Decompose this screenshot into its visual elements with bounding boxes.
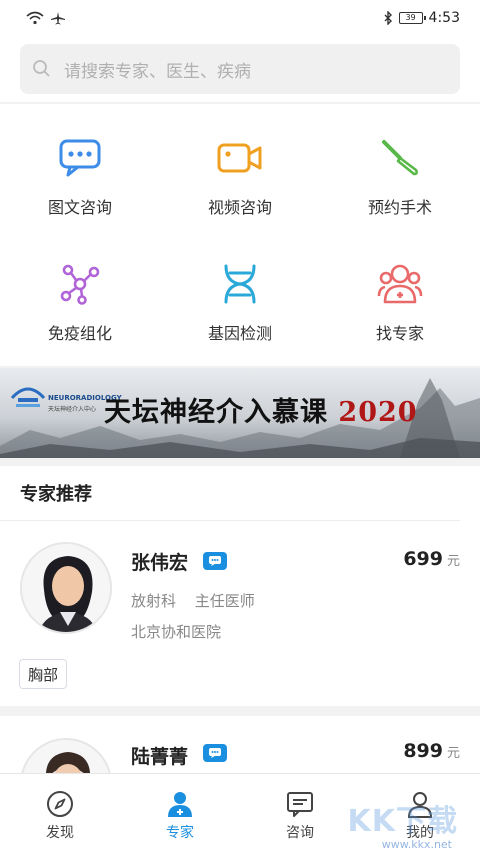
- price: 699 元: [403, 548, 460, 570]
- watermark-logo: KK下载: [347, 804, 458, 839]
- airplane-icon: [51, 12, 65, 25]
- status-bar: 39 4:53: [0, 0, 480, 36]
- search-placeholder: 请搜索专家、医生、疾病: [64, 61, 251, 82]
- message-icon: [287, 792, 313, 817]
- tab-label: 咨询: [286, 825, 314, 841]
- tab-discover[interactable]: 发现: [0, 774, 120, 853]
- status-left: [26, 11, 66, 25]
- bluetooth-icon: [384, 11, 392, 25]
- doctor-department-title: 放射科 主任医师: [131, 590, 255, 611]
- price-unit: 元: [446, 746, 460, 761]
- chat-badge-icon: [203, 744, 227, 762]
- service-label: 图文咨询: [47, 198, 112, 217]
- clock: 4:53: [428, 10, 460, 26]
- banner-logo-subtext: 天坛神经介入中心: [48, 406, 97, 413]
- service-gene-testing[interactable]: 基因检测: [160, 234, 320, 344]
- price-value: 699: [403, 548, 443, 570]
- chat-badge-icon: [203, 552, 227, 570]
- service-label: 预约手术: [367, 198, 432, 217]
- service-find-expert[interactable]: 找专家: [320, 234, 480, 344]
- doctor-icon: [168, 792, 192, 817]
- service-label: 基因检测: [207, 324, 272, 343]
- molecule-icon: [56, 262, 104, 306]
- service-label: 免疫组化: [47, 324, 112, 343]
- price-value: 899: [403, 740, 443, 762]
- banner-title-text: 天坛神经介入慕课: [104, 397, 328, 428]
- doctor-name: 张伟宏: [131, 552, 189, 574]
- avatar: [20, 542, 112, 634]
- banner-year: 2020: [338, 397, 418, 428]
- dna-icon: [216, 262, 264, 306]
- scalpel-icon: [376, 136, 424, 180]
- doctor-title: 主任医师: [194, 592, 255, 610]
- battery-indicator: 39: [398, 12, 426, 24]
- service-label: 视频咨询: [207, 198, 272, 217]
- tab-consult[interactable]: 咨询: [240, 774, 360, 853]
- wifi-icon: [26, 11, 44, 25]
- doctor-hospital: 北京协和医院: [131, 623, 222, 641]
- search-icon: [33, 60, 50, 77]
- banner-title: 天坛神经介入慕课 2020: [104, 390, 418, 429]
- doctor-department: 放射科: [131, 592, 177, 610]
- doctor-group-icon: [376, 262, 424, 306]
- search-input[interactable]: 请搜索专家、医生、疾病: [20, 44, 460, 94]
- tab-label: 专家: [166, 825, 194, 841]
- service-graphic-consult[interactable]: 图文咨询: [0, 108, 160, 218]
- service-surgery-booking[interactable]: 预约手术: [320, 108, 480, 218]
- service-video-consult[interactable]: 视频咨询: [160, 108, 320, 218]
- specialty-tag[interactable]: 胸部: [19, 659, 68, 689]
- search-section: 请搜索专家、医生、疾病: [0, 36, 480, 102]
- service-immunohistochemistry[interactable]: 免疫组化: [0, 234, 160, 344]
- video-camera-icon: [216, 136, 264, 180]
- section-title: 专家推荐: [0, 466, 460, 521]
- tab-label: 发现: [46, 825, 74, 841]
- promo-banner[interactable]: NEURORADIOLOGY 天坛神经介入中心 天坛神经介入慕课 2020: [0, 368, 480, 458]
- doctor-name: 陆菁菁: [131, 746, 189, 768]
- tab-experts[interactable]: 专家: [120, 774, 240, 853]
- watermark-url: www.kkx.net: [381, 838, 452, 851]
- doctor-card[interactable]: 张伟宏 699 元 放射科 主任医师 北京协和医院 胸部: [0, 522, 480, 706]
- price-unit: 元: [446, 554, 460, 569]
- price: 899 元: [403, 740, 460, 762]
- compass-icon: [47, 791, 73, 817]
- chat-bubble-icon: [56, 136, 104, 180]
- service-label: 找专家: [375, 324, 424, 343]
- banner-logo-icon: [10, 387, 46, 407]
- service-grid: 图文咨询 视频咨询 预约手术 免疫组化 基因检测 找专家: [0, 104, 480, 366]
- avatar: [20, 738, 112, 773]
- doctor-card[interactable]: 陆菁菁 899 元: [0, 716, 480, 773]
- status-right: 39 4:53: [383, 10, 460, 26]
